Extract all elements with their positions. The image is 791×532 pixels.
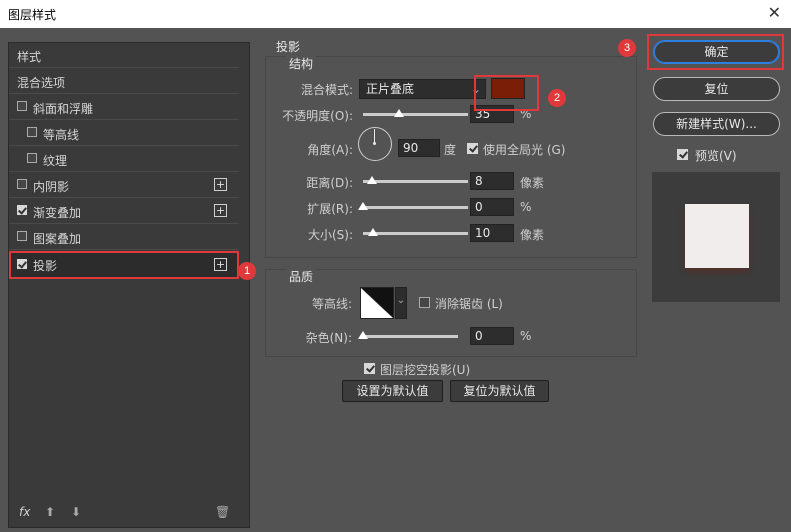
section-title: 投影: [276, 40, 301, 54]
chevron-down-icon[interactable]: ⌄: [395, 287, 407, 319]
angle-dial[interactable]: [358, 127, 392, 161]
annotation-badge-2: 2: [548, 89, 566, 107]
pattern-overlay-checkbox[interactable]: [17, 231, 27, 241]
set-default-button[interactable]: 设置为默认值: [342, 380, 443, 402]
style-item-bevel-emboss[interactable]: 斜面和浮雕: [9, 95, 239, 120]
angle-label: 角度(A):: [307, 143, 353, 157]
blending-options-label: 混合选项: [17, 76, 66, 90]
close-icon[interactable]: ✕: [768, 3, 781, 22]
spread-label: 扩展(R):: [307, 202, 353, 216]
drop-shadow-settings: 投影 结构 混合模式: 正片叠底 ⌄ 不透明度(O): 35 % 角度(A): …: [256, 38, 640, 518]
spread-slider-thumb[interactable]: [358, 202, 368, 210]
distance-input[interactable]: 8: [470, 172, 514, 190]
trash-icon[interactable]: 🗑: [215, 505, 230, 519]
preview-checkbox[interactable]: [677, 149, 688, 160]
style-item-label: 纹理: [43, 154, 68, 168]
new-style-button[interactable]: 新建样式(W)...: [653, 112, 780, 136]
styles-list-panel: 样式 混合选项 斜面和浮雕 等高线 纹理 内阴影 + 渐变叠加 + 图案叠加 投…: [8, 42, 250, 528]
size-input[interactable]: 10: [470, 224, 514, 242]
add-effect-icon[interactable]: +: [214, 258, 227, 271]
style-item-label: 渐变叠加: [33, 206, 82, 220]
size-label: 大小(S):: [307, 228, 353, 242]
distance-unit: 像素: [520, 176, 545, 190]
angle-dial-center: [373, 142, 376, 145]
title-bar: 图层样式 ✕: [0, 0, 791, 28]
fx-icon[interactable]: fx: [19, 505, 30, 519]
quality-title: 品质: [286, 268, 317, 285]
inner-shadow-checkbox[interactable]: [17, 179, 27, 189]
move-down-icon[interactable]: ⬇: [71, 505, 81, 519]
opacity-slider-track: [363, 113, 468, 116]
gradient-overlay-checkbox[interactable]: [17, 205, 27, 215]
noise-slider-thumb[interactable]: [358, 331, 368, 339]
noise-unit: %: [520, 329, 532, 343]
preview-area: [652, 172, 780, 302]
annotation-badge-3: 3: [618, 39, 636, 57]
antialias-checkbox[interactable]: [419, 297, 430, 308]
structure-title: 结构: [286, 55, 317, 72]
style-item-texture[interactable]: 纹理: [9, 147, 239, 172]
styles-header[interactable]: 样式: [9, 43, 239, 68]
preview-label: 预览(V): [695, 149, 737, 163]
styles-header-label: 样式: [17, 50, 42, 64]
add-effect-icon[interactable]: +: [214, 204, 227, 217]
noise-input[interactable]: 0: [470, 327, 514, 345]
antialias-label: 消除锯齿 (L): [435, 297, 503, 311]
annotation-box-color: [474, 75, 539, 111]
reset-button[interactable]: 复位: [653, 77, 780, 101]
global-light-label: 使用全局光 (G): [483, 143, 566, 157]
knockout-checkbox[interactable]: [364, 363, 375, 374]
noise-slider-track: [363, 335, 458, 338]
style-item-label: 斜面和浮雕: [33, 102, 94, 116]
style-item-drop-shadow[interactable]: 投影 +: [9, 251, 239, 279]
drop-shadow-checkbox[interactable]: [17, 259, 27, 269]
contour-picker[interactable]: [360, 287, 394, 319]
contour-checkbox[interactable]: [27, 127, 37, 137]
spread-slider-track: [363, 206, 468, 209]
add-effect-icon[interactable]: +: [214, 178, 227, 191]
style-item-pattern-overlay[interactable]: 图案叠加: [9, 225, 239, 250]
layer-style-dialog: 样式 混合选项 斜面和浮雕 等高线 纹理 内阴影 + 渐变叠加 + 图案叠加 投…: [0, 28, 791, 532]
distance-slider-track: [363, 180, 468, 183]
annotation-badge-1: 1: [238, 262, 256, 280]
blend-mode-select[interactable]: 正片叠底 ⌄: [359, 79, 486, 99]
reset-default-button[interactable]: 复位为默认值: [450, 380, 549, 402]
style-item-label: 图案叠加: [33, 232, 82, 246]
style-item-label: 内阴影: [33, 180, 70, 194]
style-item-label: 投影: [33, 259, 58, 273]
style-item-inner-shadow[interactable]: 内阴影 +: [9, 173, 239, 198]
structure-group: 结构 混合模式: 正片叠底 ⌄ 不透明度(O): 35 % 角度(A): 90 …: [265, 55, 637, 258]
ok-button[interactable]: 确定: [653, 40, 780, 64]
style-item-label: 等高线: [43, 128, 80, 142]
opacity-label: 不透明度(O):: [282, 109, 353, 123]
angle-input[interactable]: 90: [398, 139, 440, 157]
size-unit: 像素: [520, 228, 545, 242]
texture-checkbox[interactable]: [27, 153, 37, 163]
angle-unit: 度: [444, 143, 457, 157]
opacity-slider-thumb[interactable]: [394, 109, 404, 117]
preview-thumbnail: [685, 204, 749, 268]
window-title: 图层样式: [8, 8, 57, 22]
global-light-checkbox[interactable]: [467, 143, 478, 154]
styles-list-footer: fx ⬆ ⬇ 🗑: [9, 497, 249, 527]
bevel-emboss-checkbox[interactable]: [17, 101, 27, 111]
blending-options-item[interactable]: 混合选项: [9, 69, 239, 94]
blend-mode-value: 正片叠底: [366, 82, 415, 96]
contour-label: 等高线:: [311, 297, 352, 311]
size-slider-track: [363, 232, 468, 235]
distance-label: 距离(D):: [306, 176, 353, 190]
size-slider-thumb[interactable]: [368, 228, 378, 236]
spread-unit: %: [520, 200, 532, 214]
style-item-gradient-overlay[interactable]: 渐变叠加 +: [9, 199, 239, 224]
distance-slider-thumb[interactable]: [367, 176, 377, 184]
move-up-icon[interactable]: ⬆: [45, 505, 55, 519]
quality-group: 品质 等高线: ⌄ 消除锯齿 (L) 杂色(N): 0 %: [265, 268, 637, 357]
noise-label: 杂色(N):: [305, 331, 352, 345]
spread-input[interactable]: 0: [470, 198, 514, 216]
style-item-contour[interactable]: 等高线: [9, 121, 239, 146]
blend-mode-label: 混合模式:: [300, 83, 353, 97]
knockout-label: 图层挖空投影(U): [380, 363, 471, 377]
